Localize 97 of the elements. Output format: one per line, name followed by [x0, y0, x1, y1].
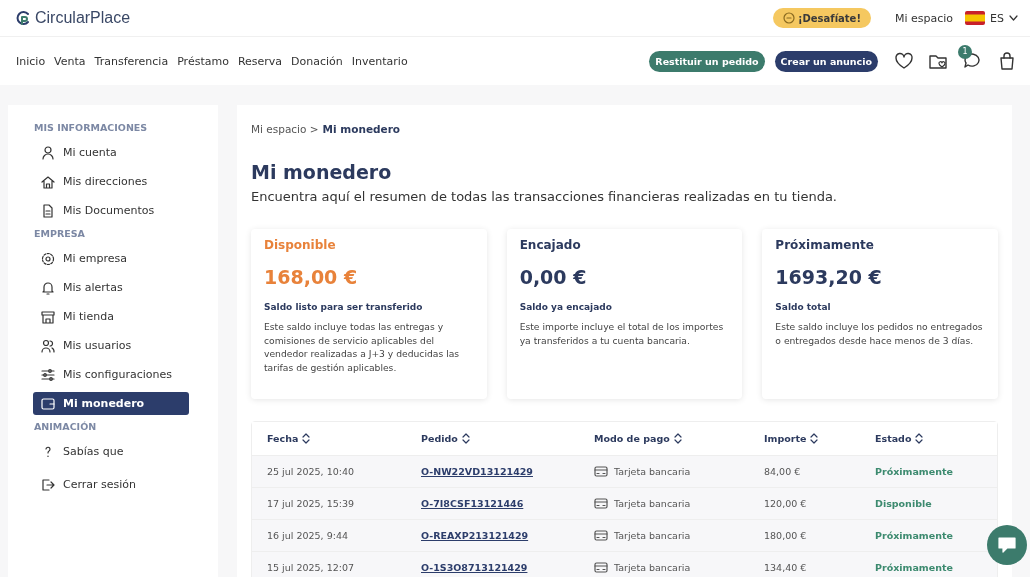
card-icon — [594, 562, 608, 573]
bell-icon — [41, 280, 55, 295]
shopping-bag-icon[interactable] — [998, 51, 1016, 71]
table-cell: Tarjeta bancaria — [614, 562, 691, 573]
sidebar-item[interactable]: Mi tienda — [33, 305, 189, 328]
card-icon — [594, 466, 608, 477]
sort-icon[interactable] — [460, 432, 471, 445]
nav-link[interactable]: Inicio — [16, 54, 46, 68]
logo-icon — [16, 10, 32, 26]
column-header[interactable]: Pedido — [421, 433, 458, 444]
sidebar-item[interactable]: Mi cuenta — [33, 141, 189, 164]
folder-heart-icon[interactable] — [928, 52, 948, 70]
breadcrumb-link[interactable]: Mi espacio > — [251, 123, 319, 135]
nav-link[interactable]: Donación — [291, 54, 343, 68]
logout-icon — [41, 477, 55, 492]
sort-icon[interactable] — [301, 432, 312, 445]
balance-label: Saldo listo para ser transferido — [264, 302, 424, 312]
users-icon — [41, 338, 55, 353]
create-listing-button[interactable]: Crear un anuncio — [774, 50, 878, 72]
return-order-button[interactable]: Restituir un pedido — [649, 50, 765, 72]
account-link[interactable]: Mi espacio — [894, 11, 954, 25]
table-cell: Tarjeta bancaria — [614, 466, 691, 477]
section-heading: EMPRESA — [34, 228, 86, 239]
balance-label: Saldo total — [775, 302, 832, 312]
message-count-badge: 1 — [958, 44, 972, 59]
table-cell-text: 180,00 € — [764, 530, 808, 541]
sidebar-item[interactable]: Mis alertas — [33, 276, 189, 299]
sidebar-item[interactable]: Mis Documentos — [33, 199, 189, 222]
brand-name[interactable]: CircularPlace — [35, 9, 131, 27]
logout-link[interactable]: Cerrar sesión — [33, 473, 189, 496]
balance-title: Próximamente — [775, 238, 875, 252]
challenge-button[interactable]: ¡Desafíate! — [772, 8, 871, 28]
status-label: Disponible — [875, 498, 932, 509]
balance-title: Encajado — [519, 238, 582, 252]
table-cell: Tarjeta bancaria — [614, 530, 691, 541]
language-selector[interactable]: ES — [990, 11, 1004, 25]
wallet-icon — [41, 396, 55, 411]
balance-amount: 1693,20 € — [775, 266, 883, 288]
sidebar-item[interactable]: Mi monedero — [33, 392, 189, 415]
store-icon — [41, 309, 55, 324]
balance-description: Este saldo incluye los pedidos no entregados o entregados desde hace menos de 3 días. — [775, 320, 984, 347]
status-label: Próximamente — [875, 562, 953, 573]
order-link[interactable]: O-1S3O8713121429 — [421, 562, 528, 573]
balance-amount: 0,00 € — [519, 266, 588, 288]
breadcrumb-current: Mi monedero — [322, 123, 401, 135]
status-label: Próximamente — [875, 466, 953, 477]
sidebar-item[interactable]: Mi empresa — [33, 247, 189, 270]
order-link[interactable]: O-NW22VD13121429 — [421, 466, 533, 477]
balance-title: Disponible — [264, 238, 337, 252]
section-heading: MIS INFORMACIONES — [34, 122, 149, 133]
table-cell-text: 16 jul 2025, 9:44 — [267, 530, 349, 541]
sidebar-item[interactable]: Mis usuarios — [33, 334, 189, 357]
nav-link[interactable]: Inventario — [351, 54, 408, 68]
sidebar-item[interactable]: Mis configuraciones — [33, 363, 189, 386]
order-link[interactable]: O-REAXP213121429 — [421, 530, 529, 541]
document-icon — [41, 203, 55, 218]
chevron-down-icon[interactable] — [1009, 15, 1018, 21]
column-header[interactable]: Modo de pago — [594, 433, 670, 444]
table-cell: Tarjeta bancaria — [614, 498, 691, 509]
sort-icon[interactable] — [914, 432, 925, 445]
sliders-icon — [41, 367, 55, 382]
table-cell-text: 17 jul 2025, 15:39 — [267, 498, 356, 509]
table-cell-text: 15 jul 2025, 12:07 — [267, 562, 356, 573]
status-label: Próximamente — [875, 530, 953, 541]
coin-icon — [782, 12, 795, 24]
nav-link[interactable]: Transferencia — [94, 54, 169, 68]
nav-link[interactable]: Préstamo — [177, 54, 229, 68]
column-header[interactable]: Importe — [764, 433, 807, 444]
gear-icon — [41, 251, 55, 266]
user-icon — [41, 145, 55, 160]
table-cell-text: 25 jul 2025, 10:40 — [267, 466, 356, 477]
balance-label: Saldo ya encajado — [519, 302, 613, 312]
balance-amount: 168,00 € — [264, 266, 359, 288]
sidebar-item[interactable]: Mis direcciones — [33, 170, 189, 193]
sidebar-item[interactable]: Sabías que — [33, 440, 189, 463]
sort-icon[interactable] — [809, 432, 820, 445]
sort-icon[interactable] — [672, 432, 683, 445]
table-cell-text: 120,00 € — [764, 498, 808, 509]
table-cell-text: 84,00 € — [764, 466, 802, 477]
column-header[interactable]: Fecha — [267, 433, 299, 444]
column-header[interactable]: Estado — [875, 433, 912, 444]
card-icon — [594, 530, 608, 541]
balance-description: Este importe incluye el total de los importes ya transferidos a tu cuenta bancaria. — [519, 320, 725, 347]
nav-link[interactable]: Reserva — [237, 54, 283, 68]
table-cell-text: 134,40 € — [764, 562, 808, 573]
section-heading: ANIMACIÓN — [34, 421, 98, 432]
balance-description: Este saldo incluye todas las entregas y comisiones de servicio aplicables del vendedor realizadas a J+3 y deducidas las tarifas de gestión aplicables. — [264, 320, 461, 374]
house-icon — [41, 174, 55, 189]
page-subtitle: Encuentra aquí el resumen de todas las transacciones financieras realizadas en tu tienda. — [251, 189, 838, 204]
chat-button[interactable] — [987, 525, 1027, 565]
page-title: Mi monedero — [251, 161, 393, 183]
heart-icon[interactable] — [894, 52, 914, 70]
nav-link[interactable]: Venta — [54, 54, 86, 68]
flag-icon — [965, 11, 986, 25]
speech-bubble-icon — [998, 537, 1016, 553]
order-link[interactable]: O-7I8CSF13121446 — [421, 498, 524, 509]
card-icon — [594, 498, 608, 509]
